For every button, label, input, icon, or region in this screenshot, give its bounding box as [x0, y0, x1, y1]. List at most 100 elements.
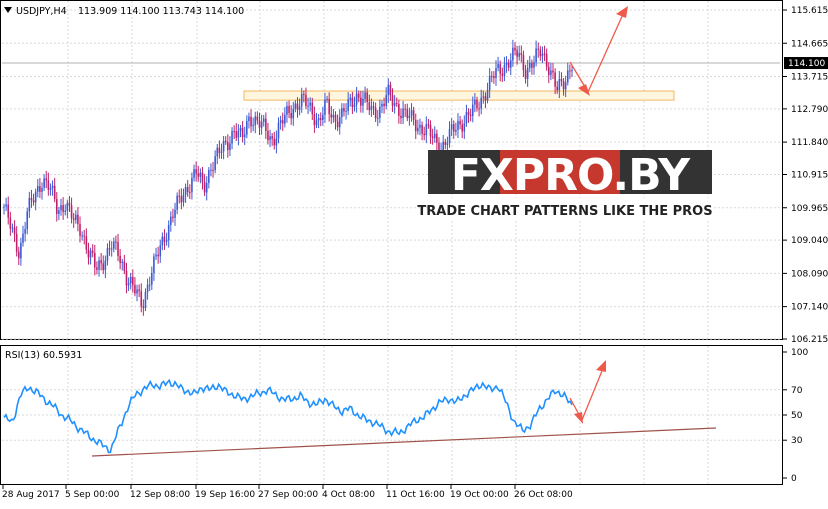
- candle-body: [349, 97, 352, 100]
- candle-body: [89, 250, 92, 258]
- candle-body: [222, 140, 225, 152]
- candle-body: [446, 143, 449, 145]
- candle-body: [516, 50, 518, 57]
- candle-body: [476, 99, 478, 109]
- candle-body: [260, 121, 263, 128]
- candle-body: [32, 200, 35, 203]
- candle-body: [425, 124, 428, 136]
- candle-body: [235, 131, 238, 138]
- candle-body: [220, 151, 223, 153]
- candle-body: [543, 53, 546, 55]
- candle-body: [153, 256, 155, 273]
- candle-body: [163, 236, 166, 242]
- candle-body: [550, 70, 552, 76]
- candle-body: [176, 195, 178, 210]
- candle-body: [488, 75, 491, 91]
- candle-body: [292, 108, 295, 119]
- candle-body: [208, 170, 210, 184]
- candle-body: [258, 120, 261, 128]
- candle-body: [431, 136, 434, 138]
- candle-body: [62, 205, 64, 212]
- candle-body: [100, 260, 102, 264]
- candle-body: [531, 62, 533, 68]
- candle-body: [151, 272, 153, 285]
- candle-body: [509, 60, 512, 68]
- candle-body: [110, 248, 113, 250]
- candle-body: [9, 217, 12, 229]
- candle-body: [566, 70, 569, 83]
- candle-body: [360, 97, 362, 106]
- candle-body: [81, 235, 83, 237]
- candle-body: [106, 248, 109, 261]
- candle-body: [345, 110, 347, 112]
- candle-body: [5, 204, 7, 207]
- candle-body: [248, 116, 250, 122]
- candle-body: [499, 64, 502, 74]
- candle-body: [189, 192, 191, 194]
- candle-body: [495, 68, 497, 79]
- price-tick-label: 115.615: [791, 6, 828, 16]
- candle-body: [307, 105, 309, 107]
- candle-body: [518, 53, 521, 57]
- candle-body: [132, 276, 134, 285]
- candle-body: [334, 115, 337, 122]
- rsi-label: RSI(13) 60.5931: [5, 350, 82, 361]
- candle-body: [541, 53, 544, 57]
- candle-body: [102, 263, 105, 271]
- candle-body: [254, 116, 257, 126]
- candle-body: [26, 211, 29, 230]
- candle-body: [404, 108, 406, 110]
- time-axis: 28 Aug 2017 5 Sep 00:00 12 Sep 08:00 19 Sep…: [2, 485, 573, 500]
- candle-body: [212, 169, 214, 171]
- candle-body: [376, 117, 379, 119]
- candle-body: [317, 118, 320, 121]
- candle-body: [87, 249, 90, 258]
- candle-body: [201, 172, 204, 183]
- candle-body: [556, 86, 559, 91]
- candle-body: [436, 133, 438, 143]
- candle-body: [300, 93, 303, 107]
- time-tick-label: 28 Aug 2017: [2, 490, 60, 500]
- candle-body: [408, 115, 411, 119]
- candle-body: [560, 79, 563, 81]
- candle-body: [267, 130, 269, 141]
- candle-body: [199, 172, 202, 177]
- candle-body: [571, 69, 573, 72]
- candle-body: [39, 186, 41, 192]
- candle-body: [279, 120, 282, 123]
- candle-body: [250, 116, 252, 127]
- candle-body: [43, 178, 45, 188]
- symbol-title: USDJPY,H4: [16, 6, 67, 17]
- candle-body: [461, 124, 464, 132]
- candle-body: [93, 252, 96, 268]
- candle-body: [98, 260, 100, 270]
- candle-body: [505, 62, 508, 65]
- candle-body: [34, 191, 37, 203]
- time-tick-label: 5 Sep 00:00: [65, 490, 120, 500]
- candle-body: [322, 114, 324, 121]
- time-tick-label: 12 Sep 08:00: [130, 490, 190, 500]
- rsi-tick-label: 30: [791, 436, 803, 446]
- candle-body: [463, 123, 466, 132]
- candle-body: [332, 115, 335, 118]
- candle-body: [237, 130, 240, 138]
- candle-body: [296, 103, 299, 110]
- candle-body: [117, 241, 119, 256]
- price-tick-label: 106.215: [791, 335, 828, 345]
- candle-body: [545, 53, 548, 67]
- price-tick-label: 110.915: [791, 171, 828, 181]
- price-tick-label: 109.965: [791, 204, 828, 214]
- candle-body: [193, 169, 195, 178]
- candle-body: [159, 245, 162, 257]
- candle-body: [389, 84, 392, 96]
- candle-body: [104, 260, 107, 271]
- candle-body: [564, 82, 567, 90]
- chart-canvas: FXPRO.BY TRADE CHART PATTERNS LIKE THE P…: [0, 0, 828, 500]
- time-tick-label: 4 Oct 08:00: [322, 490, 375, 500]
- candle-body: [421, 124, 423, 134]
- candle-body: [262, 118, 265, 122]
- candle-body: [146, 284, 149, 293]
- candle-body: [379, 106, 381, 118]
- candle-body: [241, 127, 244, 138]
- candle-body: [398, 103, 400, 116]
